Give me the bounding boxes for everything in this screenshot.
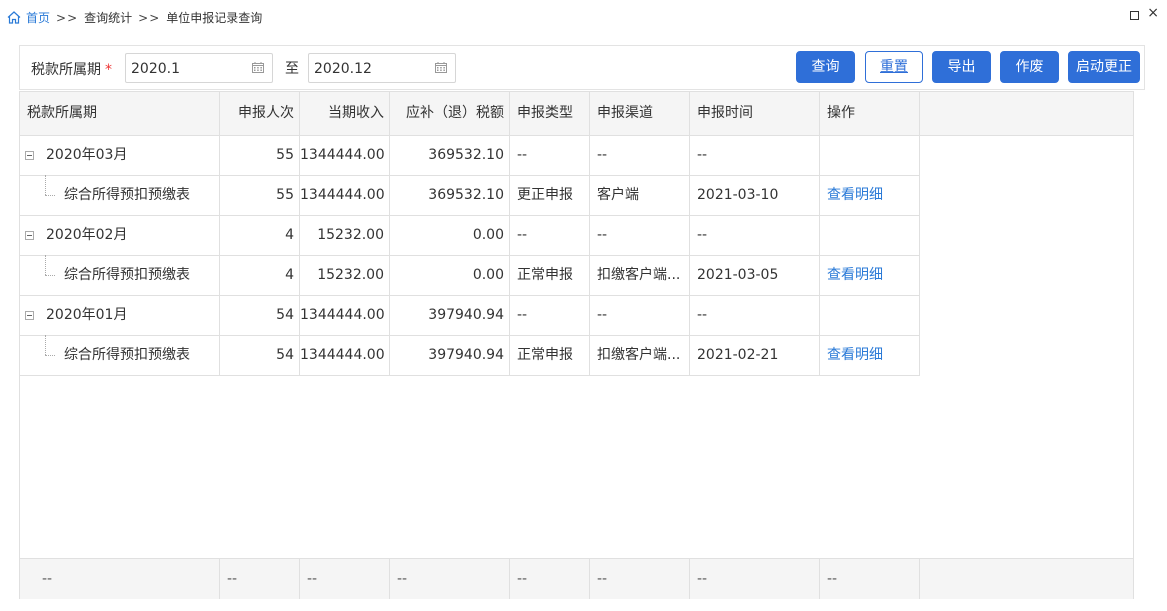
type-cell: -- bbox=[510, 295, 590, 335]
reset-button[interactable]: 重置 bbox=[865, 51, 923, 83]
income-cell: 1344444.00 bbox=[300, 135, 390, 175]
table-row-group[interactable]: 2020年01月 54 1344444.00 397940.94 -- -- -… bbox=[20, 295, 920, 336]
required-mark: * bbox=[105, 62, 112, 78]
column-header-period[interactable]: 税款所属期 bbox=[20, 92, 220, 135]
filter-bar: 税款所属期 * 2020.1 至 2020.12 查询 重置 导出 作废 启动更正 bbox=[19, 45, 1145, 90]
column-header-count[interactable]: 申报人次 bbox=[220, 92, 300, 135]
footer-cell: -- bbox=[300, 559, 390, 599]
breadcrumb-query-stats[interactable]: 查询统计 bbox=[84, 9, 132, 26]
count-cell: 54 bbox=[220, 335, 300, 375]
column-header-time[interactable]: 申报时间 bbox=[690, 92, 820, 135]
channel-cell: 客户端 bbox=[590, 175, 690, 215]
time-cell: -- bbox=[690, 295, 820, 335]
breadcrumb: 首页 >> 查询统计 >> 单位申报记录查询 bbox=[7, 9, 262, 26]
breadcrumb-separator: >> bbox=[138, 10, 161, 25]
breadcrumb-separator: >> bbox=[56, 10, 79, 25]
count-cell: 54 bbox=[220, 295, 300, 335]
period-cell: 综合所得预扣预缴表 bbox=[20, 175, 220, 215]
footer-cell: -- bbox=[590, 559, 690, 599]
type-cell: -- bbox=[510, 215, 590, 255]
type-cell: -- bbox=[510, 135, 590, 175]
start-correction-button[interactable]: 启动更正 bbox=[1068, 51, 1140, 83]
table-row[interactable]: 综合所得预扣预缴表 4 15232.00 0.00 正常申报 扣缴客户端... … bbox=[20, 255, 920, 296]
count-cell: 4 bbox=[220, 255, 300, 295]
close-icon[interactable]: × bbox=[1147, 6, 1159, 20]
footer-cell: -- bbox=[690, 559, 820, 599]
view-detail-link[interactable]: 查看明细 bbox=[820, 335, 920, 375]
count-cell: 4 bbox=[220, 215, 300, 255]
type-cell: 正常申报 bbox=[510, 255, 590, 295]
column-header-channel[interactable]: 申报渠道 bbox=[590, 92, 690, 135]
channel-cell: -- bbox=[590, 135, 690, 175]
tax-cell: 0.00 bbox=[390, 215, 510, 255]
income-cell: 15232.00 bbox=[300, 215, 390, 255]
footer-cell: -- bbox=[220, 559, 300, 599]
calendar-icon[interactable] bbox=[435, 62, 447, 73]
table-row-group[interactable]: 2020年02月 4 15232.00 0.00 -- -- -- bbox=[20, 215, 920, 256]
type-cell: 更正申报 bbox=[510, 175, 590, 215]
footer-action-cell: -- bbox=[820, 559, 920, 599]
restore-icon[interactable] bbox=[1130, 11, 1139, 20]
period-cell: 综合所得预扣预缴表 bbox=[20, 335, 220, 375]
calendar-icon[interactable] bbox=[252, 62, 264, 73]
table-row[interactable]: 综合所得预扣预缴表 54 1344444.00 397940.94 正常申报 扣… bbox=[20, 335, 920, 376]
tax-cell: 0.00 bbox=[390, 255, 510, 295]
income-cell: 1344444.00 bbox=[300, 295, 390, 335]
view-detail-link[interactable]: 查看明细 bbox=[820, 175, 920, 215]
time-cell: 2021-02-21 bbox=[690, 335, 820, 375]
view-detail-link[interactable]: 查看明细 bbox=[820, 255, 920, 295]
time-cell: 2021-03-05 bbox=[690, 255, 820, 295]
tax-cell: 369532.10 bbox=[390, 175, 510, 215]
time-cell: -- bbox=[690, 215, 820, 255]
column-header-tax[interactable]: 应补（退）税额 bbox=[390, 92, 510, 135]
count-cell: 55 bbox=[220, 135, 300, 175]
table-footer: -- -- -- -- -- -- -- -- bbox=[20, 558, 1133, 599]
action-cell bbox=[820, 295, 920, 335]
period-label: 税款所属期 * bbox=[31, 62, 112, 78]
home-icon[interactable] bbox=[7, 11, 21, 24]
query-button[interactable]: 查询 bbox=[796, 51, 855, 83]
breadcrumb-current-page: 单位申报记录查询 bbox=[166, 11, 263, 25]
breadcrumb-home[interactable]: 首页 bbox=[26, 9, 50, 26]
start-period-input[interactable]: 2020.1 bbox=[125, 53, 273, 83]
to-label: 至 bbox=[285, 61, 299, 77]
time-cell: 2021-03-10 bbox=[690, 175, 820, 215]
records-table: 税款所属期 申报人次 当期收入 应补（退）税额 申报类型 申报渠道 申报时间 操… bbox=[19, 91, 1134, 599]
income-cell: 1344444.00 bbox=[300, 175, 390, 215]
income-cell: 15232.00 bbox=[300, 255, 390, 295]
count-cell: 55 bbox=[220, 175, 300, 215]
column-header-action[interactable]: 操作 bbox=[820, 92, 920, 135]
column-header-type[interactable]: 申报类型 bbox=[510, 92, 590, 135]
void-button[interactable]: 作废 bbox=[1000, 51, 1059, 83]
footer-cell: -- bbox=[20, 559, 220, 599]
channel-cell: 扣缴客户端... bbox=[590, 335, 690, 375]
tax-cell: 369532.10 bbox=[390, 135, 510, 175]
top-bar: 首页 >> 查询统计 >> 单位申报记录查询 × bbox=[0, 0, 1167, 36]
period-cell: 综合所得预扣预缴表 bbox=[20, 255, 220, 295]
period-cell: 2020年01月 bbox=[20, 295, 220, 335]
table-header: 税款所属期 申报人次 当期收入 应补（退）税额 申报类型 申报渠道 申报时间 操… bbox=[20, 92, 1133, 136]
table-row-group[interactable]: 2020年03月 55 1344444.00 369532.10 -- -- -… bbox=[20, 135, 920, 176]
channel-cell: -- bbox=[590, 215, 690, 255]
action-cell bbox=[820, 215, 920, 255]
footer-cell: -- bbox=[510, 559, 590, 599]
time-cell: -- bbox=[690, 135, 820, 175]
tax-cell: 397940.94 bbox=[390, 335, 510, 375]
action-cell bbox=[820, 135, 920, 175]
export-button[interactable]: 导出 bbox=[932, 51, 991, 83]
table-row[interactable]: 综合所得预扣预缴表 55 1344444.00 369532.10 更正申报 客… bbox=[20, 175, 920, 216]
period-cell: 2020年03月 bbox=[20, 135, 220, 175]
tax-cell: 397940.94 bbox=[390, 295, 510, 335]
channel-cell: 扣缴客户端... bbox=[590, 255, 690, 295]
income-cell: 1344444.00 bbox=[300, 335, 390, 375]
type-cell: 正常申报 bbox=[510, 335, 590, 375]
channel-cell: -- bbox=[590, 295, 690, 335]
column-header-income[interactable]: 当期收入 bbox=[300, 92, 390, 135]
footer-cell: -- bbox=[390, 559, 510, 599]
period-cell: 2020年02月 bbox=[20, 215, 220, 255]
end-period-input[interactable]: 2020.12 bbox=[308, 53, 456, 83]
